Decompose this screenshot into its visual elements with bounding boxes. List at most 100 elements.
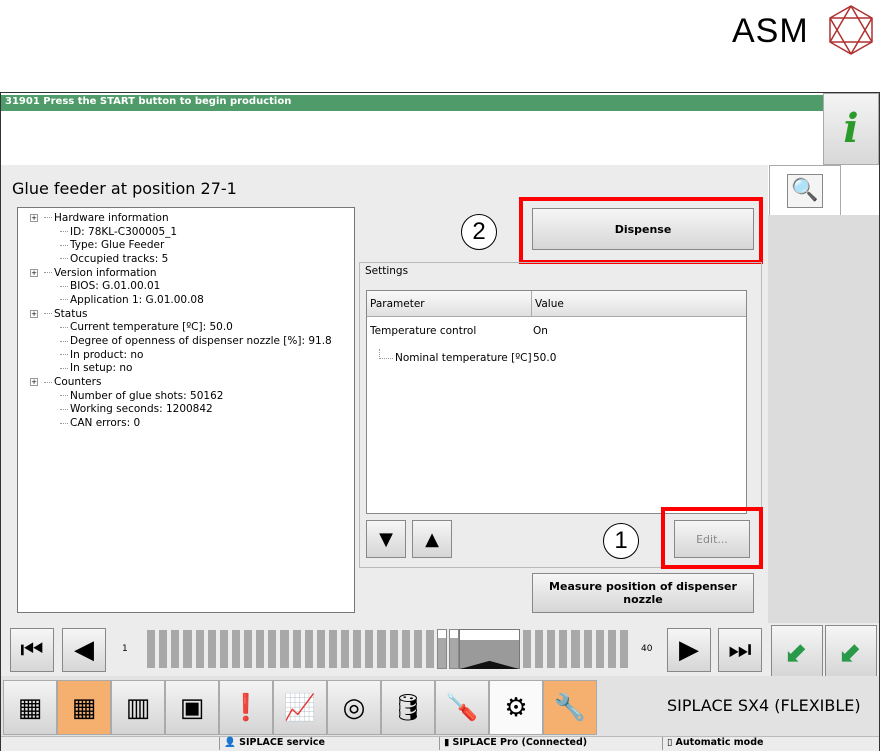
track-slot[interactable]	[304, 630, 313, 668]
expand-icon[interactable]: +	[30, 213, 38, 222]
selected-feeder[interactable]	[459, 629, 520, 669]
track-slot[interactable]	[559, 630, 568, 668]
value-cell: On	[533, 324, 548, 337]
track-slot[interactable]	[292, 630, 301, 668]
track-slot[interactable]	[183, 630, 192, 668]
expand-icon[interactable]: +	[30, 268, 38, 277]
return-button[interactable]: ⬋	[771, 625, 823, 677]
tree-leaf[interactable]: In product: no	[18, 348, 354, 362]
tree-leaf[interactable]: CAN errors: 0	[18, 416, 354, 430]
track-bar[interactable]	[145, 629, 630, 670]
tree-leaf-label: Occupied tracks: 5	[70, 252, 169, 265]
tree-leaf-label: Type: Glue Feeder	[70, 239, 165, 252]
column-header-value[interactable]: Value	[532, 291, 567, 316]
track-slot[interactable]	[522, 630, 531, 668]
status-connection: ▮ SIPLACE Pro (Connected)	[439, 737, 661, 750]
previous-button[interactable]: ◀	[62, 628, 106, 672]
tree-leaf[interactable]: ID: 78KL-C300005_1	[18, 225, 354, 239]
track-slot[interactable]	[147, 630, 156, 668]
track-slot[interactable]	[341, 630, 350, 668]
triangle-up-icon: ▲	[425, 528, 439, 550]
toolbar-pcb[interactable]: ▣	[165, 680, 219, 735]
next-button[interactable]: ▶	[667, 628, 711, 672]
tree-node[interactable]: + Version information	[18, 266, 354, 280]
table-row[interactable]: Nominal temperature [ºC] 50.0	[367, 344, 746, 371]
tree-node[interactable]: + Counters	[18, 375, 354, 389]
track-slot[interactable]	[280, 630, 289, 668]
tree-leaf[interactable]: Application 1: G.01.00.08	[18, 293, 354, 307]
track-slot[interactable]	[571, 630, 580, 668]
track-slot[interactable]	[607, 630, 616, 668]
toolbar-camera[interactable]: ◎	[327, 680, 381, 735]
track-slot[interactable]	[547, 630, 556, 668]
toolbar-feeders[interactable]: ▦	[57, 680, 111, 735]
track-slot[interactable]	[219, 630, 228, 668]
track-slot[interactable]	[595, 630, 604, 668]
scroll-down-button[interactable]: ▼	[366, 520, 406, 558]
track-slot[interactable]	[231, 630, 240, 668]
track-slot[interactable]	[244, 630, 253, 668]
toolbar-maintenance[interactable]: 🔧	[543, 680, 597, 735]
tree-leaf[interactable]: Number of glue shots: 50162	[18, 389, 354, 403]
info-tree[interactable]: + Hardware information ID: 78KL-C300005_1 T…	[17, 207, 355, 613]
toolbar-stations[interactable]: ▥	[111, 680, 165, 735]
last-button[interactable]: ⏭	[718, 628, 762, 672]
tree-leaf[interactable]: BIOS: G.01.00.01	[18, 279, 354, 293]
track-slot[interactable]	[328, 630, 337, 668]
toolbar-messages[interactable]: ❗	[219, 680, 273, 735]
tab-inspect[interactable]: 🔍	[769, 165, 841, 215]
tree-leaf[interactable]: Degree of openness of dispenser nozzle […	[18, 334, 354, 348]
track-slot[interactable]	[449, 629, 460, 669]
track-slot[interactable]	[195, 630, 204, 668]
settings-table[interactable]: Parameter Value Temperature control On Nom…	[366, 290, 747, 514]
dispense-button[interactable]: Dispense	[532, 208, 754, 250]
track-slot[interactable]	[207, 630, 216, 668]
track-slot[interactable]	[413, 630, 422, 668]
track-slot[interactable]	[377, 630, 386, 668]
info-icon: i	[843, 105, 859, 152]
first-button[interactable]: ⏮	[10, 628, 54, 672]
return-all-button[interactable]: ⬋	[825, 625, 877, 677]
expand-icon[interactable]: +	[30, 309, 38, 318]
info-button[interactable]: i	[823, 93, 879, 165]
tree-node[interactable]: + Status	[18, 307, 354, 321]
expand-icon[interactable]: +	[30, 378, 38, 387]
tree-leaf[interactable]: Type: Glue Feeder	[18, 238, 354, 252]
track-slot[interactable]	[535, 630, 544, 668]
toolbar-tools[interactable]: 🪛	[435, 680, 489, 735]
track-slot[interactable]	[353, 630, 362, 668]
track-slot[interactable]	[268, 630, 277, 668]
track-slot[interactable]	[316, 630, 325, 668]
measure-nozzle-button[interactable]: Measure position of dispenser nozzle	[532, 573, 754, 613]
warning-pages-icon: ❗	[229, 692, 263, 723]
track-slot[interactable]	[583, 630, 592, 668]
edit-button[interactable]: Edit...	[674, 520, 750, 558]
table-row[interactable]: Temperature control On	[367, 317, 746, 344]
toolbar-boards[interactable]: ▦	[3, 680, 57, 735]
tree-node-label: Status	[54, 307, 88, 320]
track-slot[interactable]	[436, 629, 448, 669]
track-slot[interactable]	[425, 630, 434, 668]
track-slot[interactable]	[256, 630, 265, 668]
track-slot[interactable]	[171, 630, 180, 668]
track-slot[interactable]	[159, 630, 168, 668]
green-arrow-icon: ⬋	[785, 634, 809, 668]
toolbar-statistics[interactable]: 📈	[273, 680, 327, 735]
track-slot[interactable]	[619, 630, 628, 668]
settings-label: Settings	[365, 265, 409, 277]
tree-leaf[interactable]: Current temperature [ºC]: 50.0	[18, 321, 354, 335]
toolbar-service[interactable]: ⚙	[489, 680, 543, 735]
tree-node[interactable]: + Hardware information	[18, 211, 354, 225]
line-chart-icon: 📈	[283, 692, 317, 723]
track-slot[interactable]	[365, 630, 374, 668]
track-slot[interactable]	[389, 630, 398, 668]
scroll-up-button[interactable]: ▲	[412, 520, 452, 558]
tree-leaf[interactable]: In setup: no	[18, 362, 354, 376]
tree-leaf[interactable]: Working seconds: 1200842	[18, 403, 354, 417]
tree-leaf-label: Application 1: G.01.00.08	[70, 293, 204, 306]
triangle-down-icon: ▼	[379, 528, 393, 550]
track-slot[interactable]	[401, 630, 410, 668]
toolbar-oil[interactable]: 🛢	[381, 680, 435, 735]
tree-leaf[interactable]: Occupied tracks: 5	[18, 252, 354, 266]
column-header-parameter[interactable]: Parameter	[367, 291, 532, 316]
